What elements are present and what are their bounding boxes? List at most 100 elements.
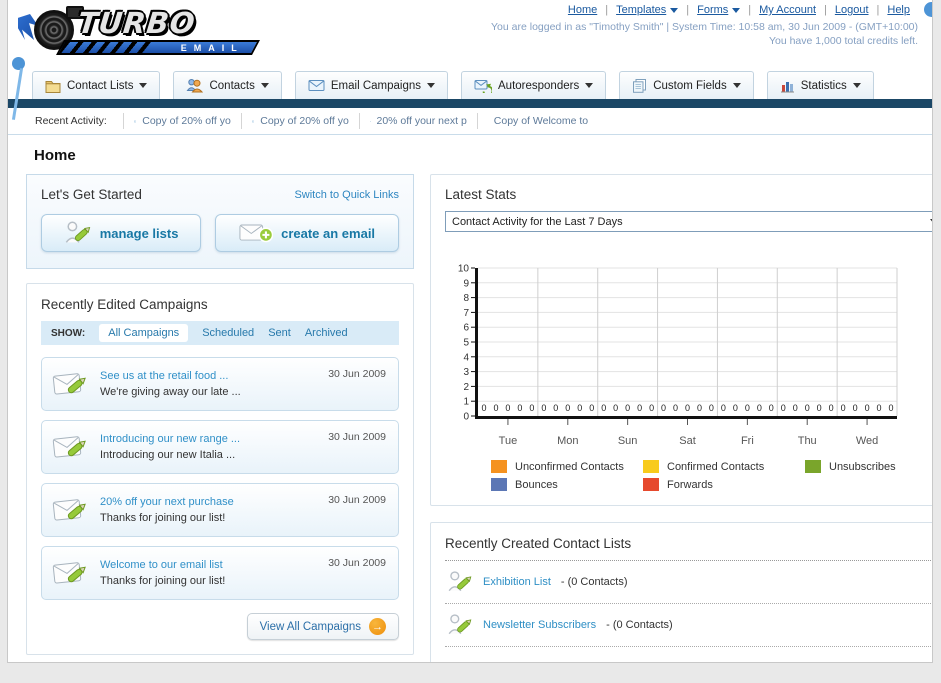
contact-list-link[interactable]: Exhibition List	[483, 576, 551, 588]
svg-text:0: 0	[565, 403, 570, 413]
chevron-down-icon	[732, 7, 741, 13]
legend-swatch-forwards	[643, 478, 659, 491]
svg-text:0: 0	[625, 403, 630, 413]
contact-list-link[interactable]: Newsletter Subscribers	[483, 619, 596, 631]
legend-label: Confirmed Contacts	[667, 460, 765, 473]
activity-item-label: Copy of 20% off yo	[260, 115, 349, 127]
chevron-down-icon	[260, 83, 269, 88]
svg-text:0: 0	[829, 403, 834, 413]
stats-dropdown[interactable]: Contact Activity for the Last 7 Days	[445, 211, 932, 232]
latest-stats-panel: Latest Stats Contact Activity for the La…	[430, 174, 932, 506]
manage-lists-button[interactable]: manage lists	[41, 214, 202, 252]
create-email-button[interactable]: create an email	[215, 214, 399, 252]
svg-text:0: 0	[601, 403, 606, 413]
tab-label: Autoresponders	[498, 79, 580, 92]
svg-text:0: 0	[721, 403, 726, 413]
view-all-campaigns-button[interactable]: View All Campaigns →	[246, 613, 399, 640]
campaign-title-link[interactable]: Welcome to our email list	[100, 559, 225, 571]
logo-title: TURBO	[76, 6, 198, 40]
campaign-subtitle: Thanks for joining our list!	[100, 575, 226, 587]
contact-list-row[interactable]: Exhibition List - (0 Contacts)	[445, 561, 932, 604]
main-tabbar: Contact Lists Contacts Email Campaigns A…	[8, 62, 932, 99]
svg-text:0: 0	[553, 403, 558, 413]
tab-contact-lists[interactable]: Contact Lists	[32, 71, 161, 99]
chevron-down-icon	[852, 83, 861, 88]
svg-text:Sun: Sun	[618, 435, 638, 447]
nav-link-help[interactable]: Help	[879, 4, 918, 16]
activity-item-label: 20% off your next p	[376, 115, 467, 127]
campaign-row[interactable]: 20% off your next purchase Thanks for jo…	[41, 483, 399, 537]
tab-email-campaigns[interactable]: Email Campaigns	[294, 71, 448, 99]
nav-link-logout[interactable]: Logout	[827, 4, 877, 16]
legend-item: Unsubscribes	[805, 460, 932, 473]
svg-text:0: 0	[853, 403, 858, 413]
filter-archived[interactable]: Archived	[305, 327, 348, 339]
svg-text:0: 0	[757, 403, 762, 413]
campaign-title-link[interactable]: 20% off your next purchase	[100, 496, 234, 508]
tab-contacts[interactable]: Contacts	[173, 71, 282, 99]
legend-label: Unsubscribes	[829, 460, 896, 473]
nav-link-home[interactable]: Home	[560, 4, 605, 16]
recent-activity-item[interactable]: Copy of Welcome to	[476, 113, 595, 129]
recent-activity-item[interactable]: 20% off your next p	[358, 113, 477, 129]
tab-custom-fields[interactable]: Custom Fields	[619, 71, 754, 99]
switch-to-quick-links-link[interactable]: Switch to Quick Links	[294, 189, 399, 201]
filter-all-campaigns[interactable]: All Campaigns	[99, 324, 189, 342]
svg-text:9: 9	[463, 278, 469, 289]
pages-icon	[633, 79, 647, 93]
campaign-row[interactable]: Welcome to our email list Thanks for joi…	[41, 546, 399, 600]
campaigns-title: Recently Edited Campaigns	[41, 297, 208, 312]
svg-text:0: 0	[661, 403, 666, 413]
campaign-row[interactable]: Introducing our new range ... Introducin…	[41, 420, 399, 474]
credits-text: You have 1,000 total credits left.	[768, 35, 918, 47]
latest-stats-title: Latest Stats	[445, 187, 517, 202]
legend-label: Forwards	[667, 478, 713, 491]
svg-text:0: 0	[505, 403, 510, 413]
activity-item-label: Copy of Welcome to	[493, 115, 589, 127]
envelope-pencil-icon	[52, 562, 86, 584]
recent-activity-label: Recent Activity:	[35, 115, 107, 127]
svg-text:0: 0	[793, 403, 798, 413]
svg-text:2: 2	[463, 382, 469, 393]
tab-statistics[interactable]: Statistics	[766, 71, 874, 99]
svg-text:3: 3	[463, 367, 469, 378]
tab-autoresponders[interactable]: Autoresponders	[461, 71, 607, 99]
campaign-subtitle: Introducing our new Italia ...	[100, 449, 236, 461]
campaign-date: 30 Jun 2009	[328, 431, 386, 443]
app-logo: TURBO EMAIL	[16, 4, 266, 58]
manage-lists-label: manage lists	[99, 225, 179, 241]
filter-scheduled[interactable]: Scheduled	[202, 327, 254, 339]
nav-link-forms[interactable]: Forms	[689, 4, 748, 16]
envelope-icon	[369, 120, 371, 122]
get-started-panel: Let's Get Started Switch to Quick Links …	[26, 174, 414, 269]
filter-sent[interactable]: Sent	[268, 327, 291, 339]
campaign-date: 30 Jun 2009	[328, 557, 386, 569]
person-pencil-icon	[65, 221, 90, 243]
bar-chart-icon	[780, 81, 794, 92]
svg-text:0: 0	[541, 403, 546, 413]
svg-text:8: 8	[463, 293, 469, 304]
campaign-list: See us at the retail food ... We're givi…	[41, 357, 399, 600]
campaign-title-link[interactable]: See us at the retail food ...	[100, 370, 241, 382]
campaign-date: 30 Jun 2009	[328, 368, 386, 380]
svg-text:0: 0	[637, 403, 642, 413]
recent-activity-item[interactable]: Copy of 20% off yo	[240, 113, 359, 129]
main-content: Home Let's Get Started Switch to Quick L…	[8, 135, 932, 662]
svg-text:0: 0	[877, 403, 882, 413]
nav-link-templates[interactable]: Templates	[608, 4, 686, 16]
chevron-down-icon	[732, 83, 741, 88]
tab-label: Contact Lists	[67, 79, 134, 92]
login-status-text: You are logged in as "Timothy Smith" | S…	[491, 21, 918, 33]
campaign-row[interactable]: See us at the retail food ... We're givi…	[41, 357, 399, 411]
campaign-title-link[interactable]: Introducing our new range ...	[100, 433, 240, 445]
contact-list-row[interactable]: Newsletter Subscribers - (0 Contacts)	[445, 604, 932, 647]
legend-label: Bounces	[515, 478, 558, 491]
tab-label: Statistics	[800, 79, 847, 92]
nav-link-my-account[interactable]: My Account	[751, 4, 824, 16]
svg-text:0: 0	[769, 403, 774, 413]
svg-text:0: 0	[697, 403, 702, 413]
envelope-pencil-icon	[52, 373, 86, 395]
svg-text:0: 0	[613, 403, 618, 413]
recent-activity-item[interactable]: Copy of 20% off yo	[122, 113, 241, 129]
svg-text:0: 0	[745, 403, 750, 413]
